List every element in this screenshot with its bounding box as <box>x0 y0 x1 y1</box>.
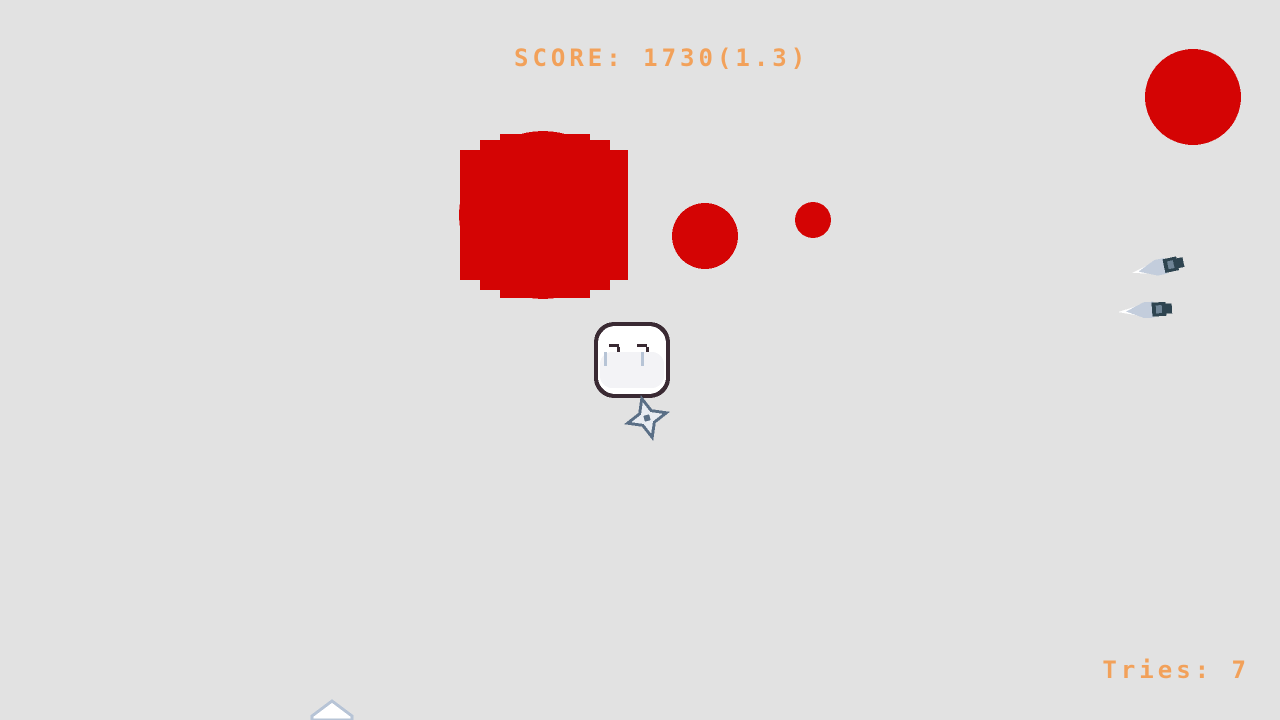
player-ghost-icon <box>594 322 670 398</box>
score-readout: SCORE: 1730(1.3) <box>514 44 809 72</box>
dart-enemy-icon <box>1132 256 1185 276</box>
crystal-shard-icon <box>310 699 354 720</box>
hazard-blob-corner <box>1145 49 1241 145</box>
tries-label: Tries: <box>1102 656 1214 684</box>
tries-value: 7 <box>1231 656 1250 684</box>
shuriken-icon <box>624 395 670 441</box>
score-multiplier: (1.3) <box>716 44 810 72</box>
score-value: 1730 <box>643 44 717 72</box>
score-label: SCORE: <box>514 44 625 72</box>
hazard-blob-small <box>795 202 831 238</box>
tries-readout: Tries: 7 <box>1102 656 1250 684</box>
hazard-blob-large <box>459 131 628 299</box>
hazard-blob-medium <box>672 203 738 269</box>
dart-enemy-icon <box>1118 301 1173 319</box>
playfield <box>310 49 1241 720</box>
